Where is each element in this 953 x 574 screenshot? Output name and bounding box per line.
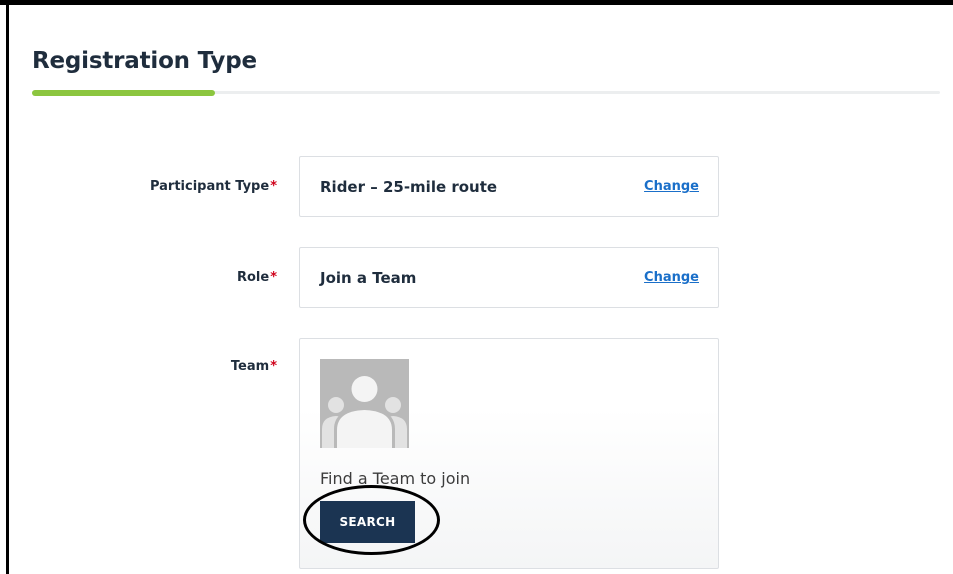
participant-type-change-link[interactable]: Change <box>644 179 699 194</box>
frame-left-border <box>6 0 9 574</box>
required-marker: * <box>270 270 277 285</box>
team-silhouette-icon <box>320 359 409 448</box>
frame-top-border <box>0 0 953 5</box>
required-marker: * <box>270 179 277 194</box>
role-label-text: Role <box>236 270 270 285</box>
participant-type-label: Participant Type* <box>150 179 277 194</box>
team-card: Find a Team to join SEARCH <box>299 338 719 569</box>
registration-page: Registration Type Participant Type* Ride… <box>0 0 953 574</box>
team-label-text: Team <box>230 359 270 374</box>
role-card: Join a Team Change <box>299 247 719 308</box>
progress-fill <box>32 90 215 96</box>
role-change-link[interactable]: Change <box>644 270 699 285</box>
find-team-prompt: Find a Team to join <box>320 469 471 488</box>
role-value: Join a Team <box>320 269 417 287</box>
search-button[interactable]: SEARCH <box>320 501 415 543</box>
role-label: Role* <box>237 270 277 285</box>
participant-type-card: Rider – 25-mile route Change <box>299 156 719 217</box>
team-label: Team* <box>231 359 277 374</box>
participant-type-label-text: Participant Type <box>149 179 270 194</box>
participant-type-value: Rider – 25-mile route <box>320 178 498 196</box>
required-marker: * <box>270 359 277 374</box>
page-title: Registration Type <box>32 48 257 74</box>
